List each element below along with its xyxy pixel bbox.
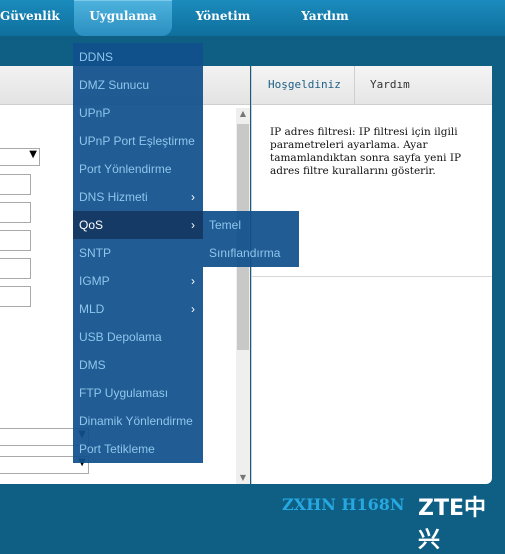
- menu-label: FTP Uygulaması: [79, 386, 169, 400]
- text-field-1[interactable]: [0, 174, 31, 195]
- text-field-2[interactable]: [0, 202, 31, 223]
- menu-label: QoS: [79, 218, 104, 232]
- help-text: IP adres filtresi: IP filtresi için ilgi…: [270, 126, 462, 177]
- menu-item-port-yonlendirme[interactable]: Port Yönlendirme: [73, 155, 203, 183]
- chevron-right-icon: ›: [191, 218, 195, 232]
- menu-label: Port Tetikleme: [79, 442, 155, 456]
- nav-yardim[interactable]: Yardım: [296, 0, 354, 36]
- menu-item-port-tetikleme[interactable]: Port Tetikleme: [73, 435, 203, 463]
- submenu-label: Sınıflandırma: [209, 246, 281, 260]
- help-tabs: Hoşgeldiniz Yardım: [252, 66, 492, 105]
- submenu-item-temel[interactable]: Temel: [203, 211, 299, 239]
- submenu-item-siniflandirma[interactable]: Sınıflandırma: [203, 239, 299, 267]
- vertical-scrollbar[interactable]: ▲ ▼: [236, 108, 250, 484]
- menu-item-sntp[interactable]: SNTP: [73, 239, 203, 267]
- text-field-4[interactable]: [0, 258, 31, 279]
- chevron-right-icon: ›: [191, 274, 195, 288]
- menu-item-ftp-uygulamasi[interactable]: FTP Uygulaması: [73, 379, 203, 407]
- menu-label: Dinamik Yönlendirme: [79, 414, 193, 428]
- menu-label: DMZ Sunucu: [79, 78, 150, 92]
- submenu-label: Temel: [209, 218, 242, 232]
- text-field-3[interactable]: [0, 230, 31, 251]
- menu-label: DNS Hizmeti: [79, 190, 148, 204]
- menu-label: DDNS: [79, 50, 114, 64]
- menu-item-dms[interactable]: DMS: [73, 351, 203, 379]
- menu-label: SNTP: [79, 246, 112, 260]
- tab-hosgeldiniz[interactable]: Hoşgeldiniz: [268, 66, 341, 104]
- uygulama-dropdown-menu: DDNS DMZ Sunucu UPnP UPnP Port Eşleştirm…: [73, 43, 203, 463]
- menu-item-qos[interactable]: QoS ›: [73, 211, 203, 239]
- menu-item-usb-depolama[interactable]: USB Depolama: [73, 323, 203, 351]
- nav-guvenlik[interactable]: Güvenlik: [0, 0, 60, 36]
- menu-item-upnp-port-eslestirme[interactable]: UPnP Port Eşleştirme: [73, 127, 203, 155]
- model-name: ZXHN H168N: [282, 495, 405, 514]
- help-separator: [252, 276, 492, 277]
- menu-label: Port Yönlendirme: [79, 162, 172, 176]
- menu-label: UPnP: [79, 106, 111, 120]
- top-navigation-bar: Güvenlik Uygulama Yönetim Yardım: [0, 0, 505, 36]
- nav-yonetim[interactable]: Yönetim: [192, 0, 254, 36]
- qos-submenu: Temel Sınıflandırma: [203, 211, 299, 267]
- menu-item-mld[interactable]: MLD ›: [73, 295, 203, 323]
- chevron-right-icon: ›: [191, 302, 195, 316]
- chevron-right-icon: ›: [191, 190, 195, 204]
- menu-item-dinamik-yonlendirme[interactable]: Dinamik Yönlendirme: [73, 407, 203, 435]
- menu-label: DMS: [79, 358, 106, 372]
- menu-item-igmp[interactable]: IGMP ›: [73, 267, 203, 295]
- text-field-5[interactable]: [0, 286, 31, 307]
- menu-label: USB Depolama: [79, 330, 162, 344]
- protocol-select[interactable]: ▼: [0, 148, 40, 166]
- help-panel: Hoşgeldiniz Yardım IP adres filtresi: IP…: [251, 66, 492, 484]
- nav-uygulama[interactable]: Uygulama: [74, 0, 172, 36]
- tab-yardim[interactable]: Yardım: [370, 66, 410, 104]
- menu-label: IGMP: [79, 274, 110, 288]
- tab-divider: [354, 66, 355, 104]
- triangle-down-icon: ▼: [29, 149, 37, 160]
- menu-label: MLD: [79, 302, 105, 316]
- menu-item-ddns[interactable]: DDNS: [73, 43, 203, 71]
- scroll-down-icon[interactable]: ▼: [236, 472, 250, 484]
- menu-label: UPnP Port Eşleştirme: [79, 134, 195, 148]
- zte-logo: ZTE中兴: [418, 496, 486, 553]
- menu-item-dns-hizmeti[interactable]: DNS Hizmeti ›: [73, 183, 203, 211]
- menu-item-dmz-sunucu[interactable]: DMZ Sunucu: [73, 71, 203, 99]
- scroll-up-icon[interactable]: ▲: [236, 108, 250, 120]
- menu-item-upnp[interactable]: UPnP: [73, 99, 203, 127]
